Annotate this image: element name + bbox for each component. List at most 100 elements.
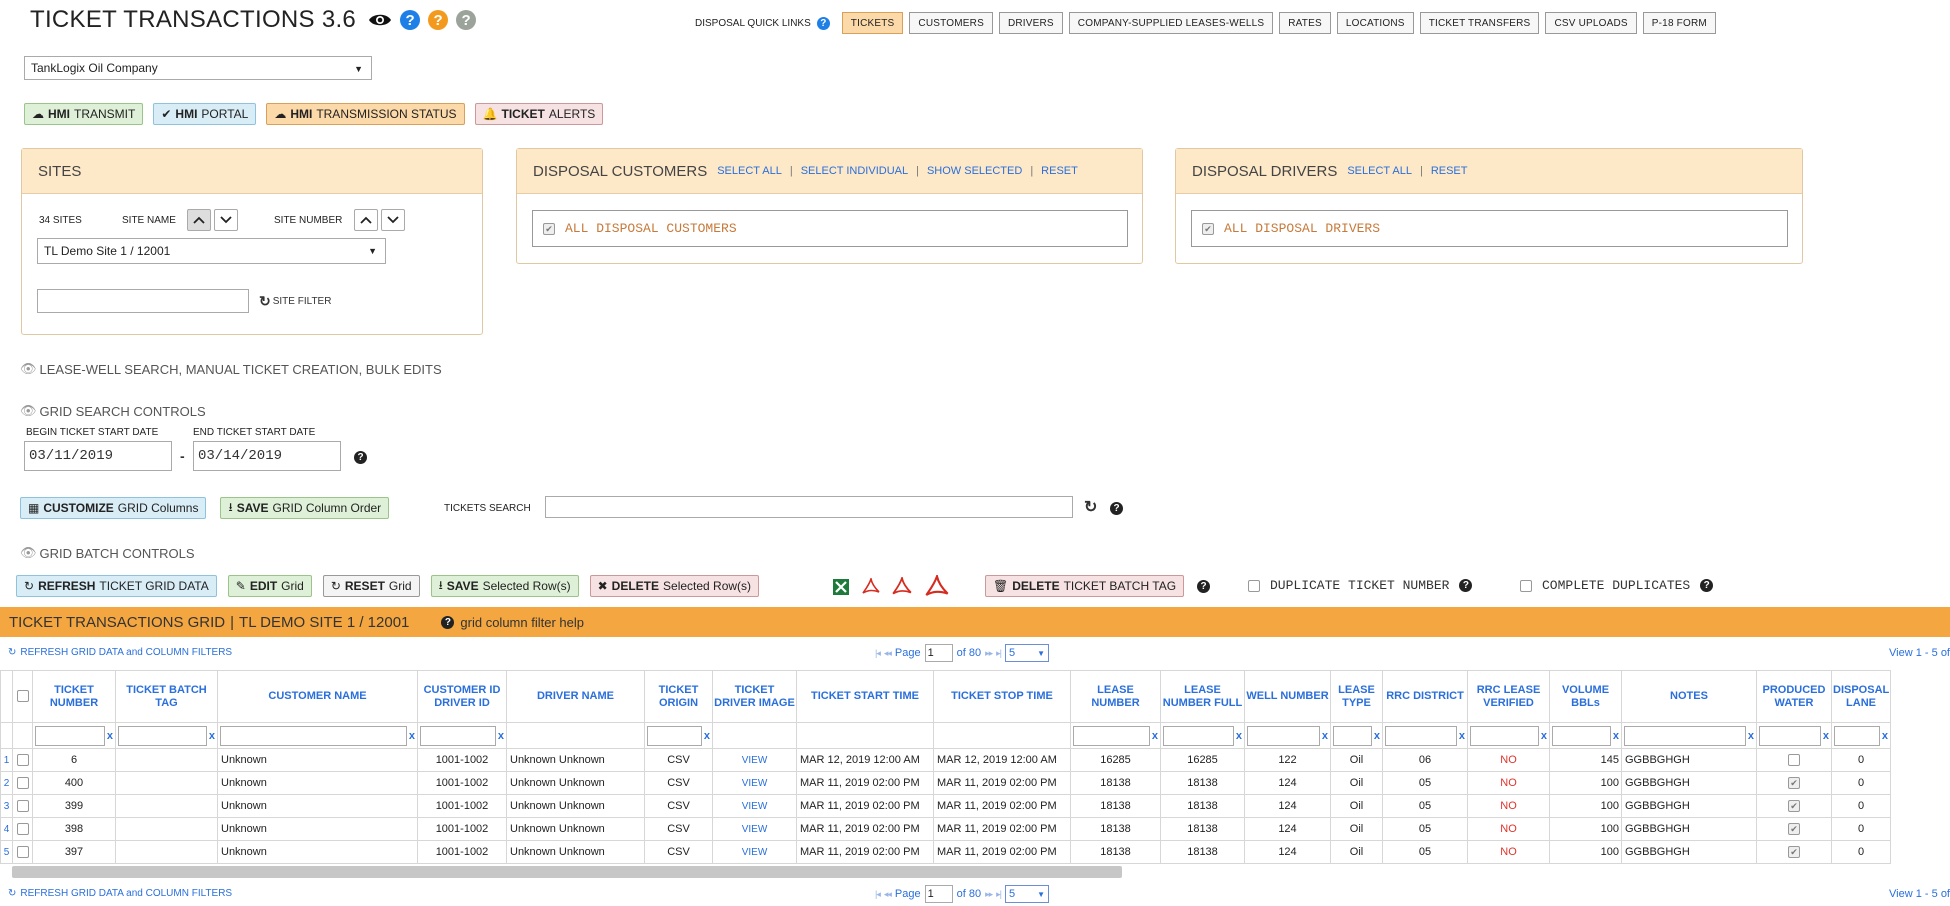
filter-rrc-district[interactable]: x <box>1385 725 1465 746</box>
help-gray-icon[interactable]: ? <box>456 10 477 30</box>
produced-water-checkbox[interactable] <box>1788 846 1800 859</box>
filter-lease-number[interactable]: x <box>1073 725 1158 746</box>
site-filter-button[interactable]: ↻ SITE FILTER <box>259 293 331 310</box>
customers-select-all-link[interactable]: SELECT ALL <box>717 165 782 177</box>
quick-link-customers[interactable]: CUSTOMERS <box>909 12 993 34</box>
site-filter-input[interactable] <box>37 289 249 313</box>
col-customer-name[interactable]: CUSTOMER NAME <box>217 670 418 723</box>
table-row[interactable]: 5 397 Unknown 1001-1002 Unknown Unknown CSV VI… <box>0 840 1892 864</box>
company-select[interactable]: TankLogix Oil Company ▼ <box>24 56 372 80</box>
first-page-icon[interactable]: |◂ <box>875 889 881 900</box>
quick-link-p18-form[interactable]: P-18 FORM <box>1642 12 1716 34</box>
table-row[interactable]: 4 398 Unknown 1001-1002 Unknown Unknown CSV VI… <box>0 817 1892 841</box>
pdf-export-icon[interactable] <box>892 574 912 600</box>
lease-well-toggle[interactable]: 👁 LEASE-WELL SEARCH, MANUAL TICKET CREAT… <box>20 361 442 377</box>
row-checkbox[interactable] <box>16 800 29 813</box>
col-driver-name[interactable]: DRIVER NAME <box>506 670 645 723</box>
col-ticket-start-time[interactable]: TICKET START TIME <box>796 670 934 723</box>
filter-disposal-lane[interactable]: x <box>1834 725 1888 746</box>
duplicate-ticket-checkbox[interactable] <box>1248 579 1260 592</box>
produced-water-checkbox[interactable] <box>1788 777 1800 790</box>
cell-image[interactable]: VIEW <box>712 817 797 841</box>
grid-batch-toggle[interactable]: 👁 GRID BATCH CONTROLS <box>20 545 195 561</box>
customize-grid-columns-button[interactable]: ▦ CUSTOMIZE GRID Columns <box>20 497 207 519</box>
col-lease-type[interactable]: LEASE TYPE <box>1330 670 1383 723</box>
cell-produced[interactable] <box>1756 771 1832 795</box>
complete-duplicates-option[interactable]: COMPLETE DUPLICATES ? <box>1520 578 1714 593</box>
row-select-cell[interactable] <box>12 748 33 772</box>
col-ticket-stop-time[interactable]: TICKET STOP TIME <box>933 670 1071 723</box>
customers-select-individual-link[interactable]: SELECT INDIVIDUAL <box>801 165 908 177</box>
filter-customer-driver-id[interactable]: x <box>420 725 504 746</box>
complete-help-icon[interactable]: ? <box>1700 579 1714 592</box>
hmi-transmit-button[interactable]: ☁ HMI TRANSMIT <box>24 103 144 125</box>
col-produced-water[interactable]: PRODUCED WATER <box>1756 670 1832 723</box>
pdf-export-icon[interactable] <box>862 575 880 599</box>
refresh-icon[interactable]: ↻ <box>1084 497 1097 517</box>
delete-ticket-batch-tag-button[interactable]: 🗑 DELETE TICKET BATCH TAG <box>985 575 1185 597</box>
quick-link-rates[interactable]: RATES <box>1279 12 1331 34</box>
table-row[interactable]: 1 6 Unknown 1001-1002 Unknown Unknown CSV VIEW… <box>0 748 1892 772</box>
last-page-icon[interactable]: ▸| <box>996 648 1002 659</box>
eye-icon[interactable] <box>368 12 392 28</box>
site-select[interactable]: TL Demo Site 1 / 12001 ▼ <box>37 238 386 264</box>
next-page-icon[interactable]: ▸▸ <box>985 889 993 900</box>
drivers-reset-link[interactable]: RESET <box>1431 165 1468 177</box>
select-all-header[interactable] <box>12 670 33 723</box>
begin-date-input[interactable]: 03/11/2019 <box>24 441 172 471</box>
refresh-grid-link[interactable]: ↻ REFRESH GRID DATA and COLUMN FILTERS <box>8 888 232 899</box>
col-notes[interactable]: NOTES <box>1621 670 1757 723</box>
next-page-icon[interactable]: ▸▸ <box>985 648 993 659</box>
search-help-icon[interactable]: ? <box>1110 502 1123 515</box>
col-disposal-lane[interactable]: DISPOSAL LANE <box>1830 670 1892 723</box>
col-ticket-driver-image[interactable]: TICKET DRIVER IMAGE <box>712 670 797 723</box>
grid-help-icon[interactable]: ? <box>441 615 455 629</box>
delete-selected-rows-button[interactable]: ✖ DELETE Selected Row(s) <box>589 575 760 597</box>
customers-reset-link[interactable]: RESET <box>1041 165 1078 177</box>
chevron-down-icon[interactable] <box>381 209 405 231</box>
table-row[interactable]: 2 400 Unknown 1001-1002 Unknown Unknown CSV VI… <box>0 771 1892 795</box>
row-select-cell[interactable] <box>12 840 33 864</box>
col-ticket-number[interactable]: TICKET NUMBER <box>32 670 116 723</box>
col-rrc-lease-verified[interactable]: RRC LEASE VERIFIED <box>1467 670 1550 723</box>
duplicate-ticket-option[interactable]: DUPLICATE TICKET NUMBER ? <box>1248 578 1473 593</box>
quick-link-tickets[interactable]: TICKETS <box>841 12 904 34</box>
quick-link-company-leases[interactable]: COMPANY-SUPPLIED LEASES-WELLS <box>1068 12 1274 34</box>
col-ticket-batch-tag[interactable]: TICKET BATCH TAG <box>115 670 218 723</box>
chevron-up-icon[interactable] <box>187 209 211 231</box>
drivers-select-all-link[interactable]: SELECT ALL <box>1347 165 1412 177</box>
complete-duplicates-checkbox[interactable] <box>1520 579 1532 592</box>
select-all-checkbox[interactable] <box>16 690 29 703</box>
col-customer-driver-id[interactable]: CUSTOMER ID DRIVER ID <box>417 670 507 723</box>
help-blue-icon[interactable]: ? <box>400 10 421 30</box>
chevron-up-icon[interactable] <box>354 209 378 231</box>
cell-image[interactable]: VIEW <box>712 794 797 818</box>
col-volume-bbls[interactable]: VOLUME BBLs <box>1549 670 1622 723</box>
table-row[interactable]: 3 399 Unknown 1001-1002 Unknown Unknown CSV VI… <box>0 794 1892 818</box>
grid-search-toggle[interactable]: 👁 GRID SEARCH CONTROLS <box>20 403 206 419</box>
grid-help-link[interactable]: grid column filter help <box>460 615 584 630</box>
save-grid-column-order-button[interactable]: ⭳ SAVE GRID Column Order <box>220 497 390 519</box>
last-page-icon[interactable]: ▸| <box>996 889 1002 900</box>
filter-produced-water[interactable]: x <box>1759 725 1829 746</box>
page-input[interactable]: 1 <box>924 644 953 662</box>
cell-produced[interactable] <box>1756 748 1832 772</box>
cell-produced[interactable] <box>1756 840 1832 864</box>
col-rrc-district[interactable]: RRC DISTRICT <box>1382 670 1468 723</box>
edit-grid-button[interactable]: ✎ EDIT Grid <box>227 575 312 597</box>
tickets-search-input[interactable] <box>545 496 1073 518</box>
excel-export-icon[interactable] <box>832 578 850 599</box>
filter-batch-tag[interactable]: x <box>118 725 215 746</box>
col-ticket-origin[interactable]: TICKET ORIGIN <box>644 670 713 723</box>
produced-water-checkbox[interactable] <box>1788 754 1800 767</box>
col-well-number[interactable]: WELL NUMBER <box>1244 670 1331 723</box>
filter-volume[interactable]: x <box>1552 725 1619 746</box>
pdf-export-icon[interactable] <box>924 572 950 602</box>
reset-grid-button[interactable]: ↻ RESET Grid <box>322 575 420 597</box>
row-checkbox[interactable] <box>16 754 29 767</box>
cell-produced[interactable] <box>1756 817 1832 841</box>
save-selected-rows-button[interactable]: ⭳ SAVE Selected Row(s) <box>430 575 579 597</box>
produced-water-checkbox[interactable] <box>1788 823 1800 836</box>
row-checkbox[interactable] <box>16 777 29 790</box>
prev-page-icon[interactable]: ◂◂ <box>884 648 892 659</box>
